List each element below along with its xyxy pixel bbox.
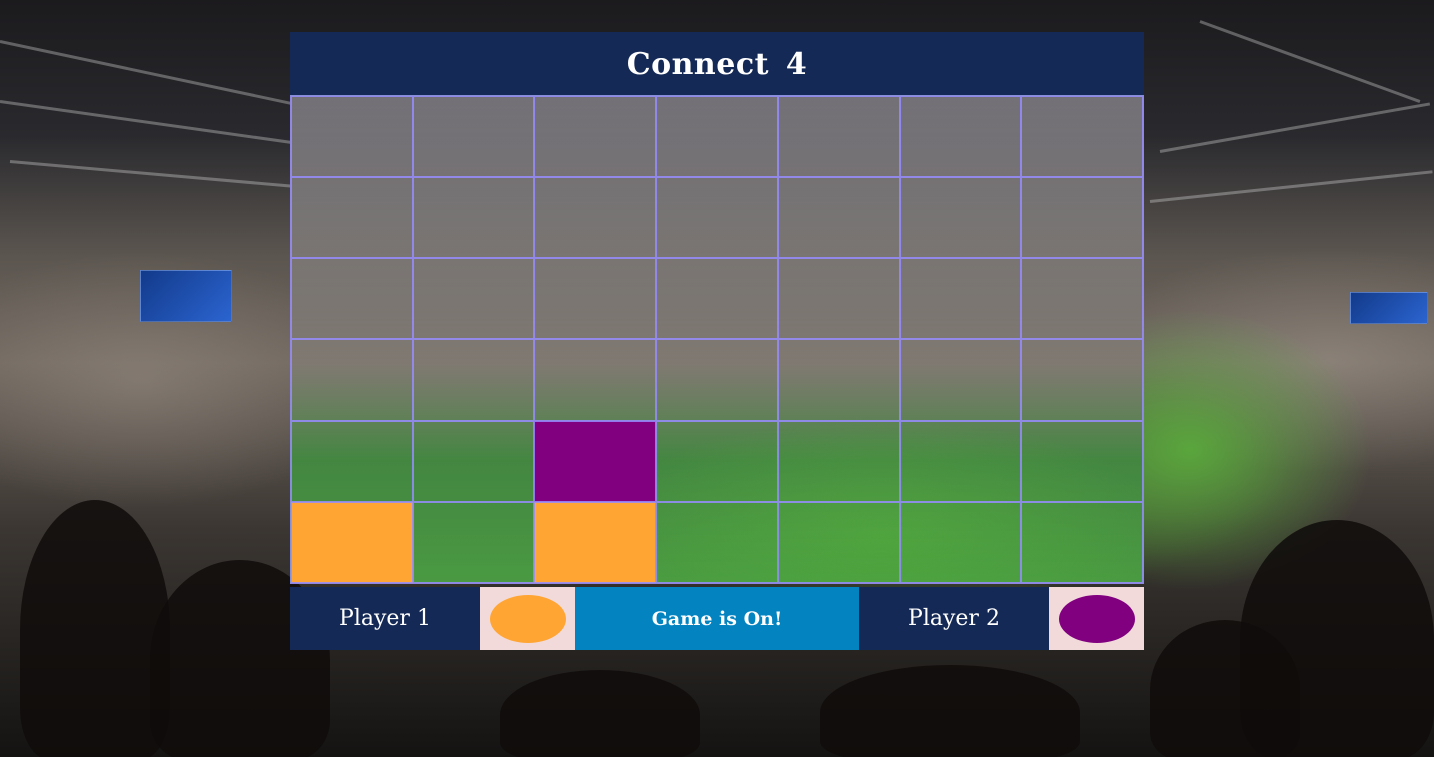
player-1-disc-icon xyxy=(489,594,566,643)
board-cell-r4-c3[interactable] xyxy=(534,339,657,421)
board-cell-r1-c5[interactable] xyxy=(777,96,900,178)
board-cell-r4-c4[interactable] xyxy=(656,339,778,421)
board-cell-r5-c5[interactable] xyxy=(777,420,900,502)
player-2-disc-icon xyxy=(1058,594,1135,643)
board-cell-r2-c7[interactable] xyxy=(1021,177,1143,259)
spectator-silhouette xyxy=(20,500,170,757)
board-cell-r6-c4[interactable] xyxy=(656,501,778,583)
board-cell-r1-c6[interactable] xyxy=(899,96,1022,178)
board-cell-r1-c4[interactable] xyxy=(656,96,778,178)
board-cell-r6-c3[interactable] xyxy=(534,501,657,583)
board-cell-r5-c4[interactable] xyxy=(656,420,778,502)
roof-beam xyxy=(0,100,298,145)
board-cell-r1-c3[interactable] xyxy=(534,96,657,178)
board-cell-r1-c7[interactable] xyxy=(1021,96,1143,178)
board-cell-r3-c5[interactable] xyxy=(777,258,900,340)
game-status: Game is On! xyxy=(575,587,859,650)
board-cell-r6-c2[interactable] xyxy=(412,501,535,583)
board-cell-r3-c2[interactable] xyxy=(412,258,535,340)
status-bar: Player 1 Game is On! Player 2 xyxy=(290,587,1144,650)
spectator-silhouette xyxy=(500,670,700,757)
board-cell-r3-c3[interactable] xyxy=(534,258,657,340)
roof-beam xyxy=(1199,20,1421,103)
board-cell-r4-c1[interactable] xyxy=(291,339,413,421)
board-cell-r2-c1[interactable] xyxy=(291,177,413,259)
game-title: Connect 4 xyxy=(290,32,1144,95)
board-cell-r4-c5[interactable] xyxy=(777,339,900,421)
roof-beam xyxy=(1159,102,1431,153)
game-panel: Connect 4 Player 1 Game is On! Player 2 xyxy=(290,32,1144,650)
board-cell-r6-c5[interactable] xyxy=(777,501,900,583)
player-2-label: Player 2 xyxy=(859,587,1049,650)
board-cell-r6-c7[interactable] xyxy=(1021,501,1143,583)
board-cell-r6-c6[interactable] xyxy=(899,501,1022,583)
board-cell-r6-c1[interactable] xyxy=(291,501,413,583)
game-board[interactable] xyxy=(290,95,1144,584)
board-cell-r5-c7[interactable] xyxy=(1021,420,1143,502)
board-cell-r5-c2[interactable] xyxy=(412,420,535,502)
roof-beam xyxy=(9,160,300,189)
player-1-swatch-box xyxy=(480,587,575,650)
board-cell-r4-c2[interactable] xyxy=(412,339,535,421)
board-cell-r3-c6[interactable] xyxy=(899,258,1022,340)
board-cell-r2-c6[interactable] xyxy=(899,177,1022,259)
board-cell-r3-c7[interactable] xyxy=(1021,258,1143,340)
board-cell-r1-c1[interactable] xyxy=(291,96,413,178)
board-cell-r5-c6[interactable] xyxy=(899,420,1022,502)
board-cell-r5-c3[interactable] xyxy=(534,420,657,502)
board-cell-r3-c1[interactable] xyxy=(291,258,413,340)
board-cell-r2-c4[interactable] xyxy=(656,177,778,259)
board-cell-r5-c1[interactable] xyxy=(291,420,413,502)
roof-beam xyxy=(0,40,314,110)
board-cell-r3-c4[interactable] xyxy=(656,258,778,340)
player-2-swatch-box xyxy=(1049,587,1144,650)
spectator-silhouette xyxy=(1150,620,1300,757)
roof-beam xyxy=(1149,170,1433,203)
board-cell-r4-c7[interactable] xyxy=(1021,339,1143,421)
board-cell-r2-c2[interactable] xyxy=(412,177,535,259)
stadium-scoreboard xyxy=(1350,292,1428,324)
board-cell-r4-c6[interactable] xyxy=(899,339,1022,421)
stadium-scoreboard xyxy=(140,270,232,322)
board-cell-r2-c5[interactable] xyxy=(777,177,900,259)
board-cell-r1-c2[interactable] xyxy=(412,96,535,178)
board-cell-r2-c3[interactable] xyxy=(534,177,657,259)
player-1-label: Player 1 xyxy=(290,587,480,650)
spectator-silhouette xyxy=(820,665,1080,757)
